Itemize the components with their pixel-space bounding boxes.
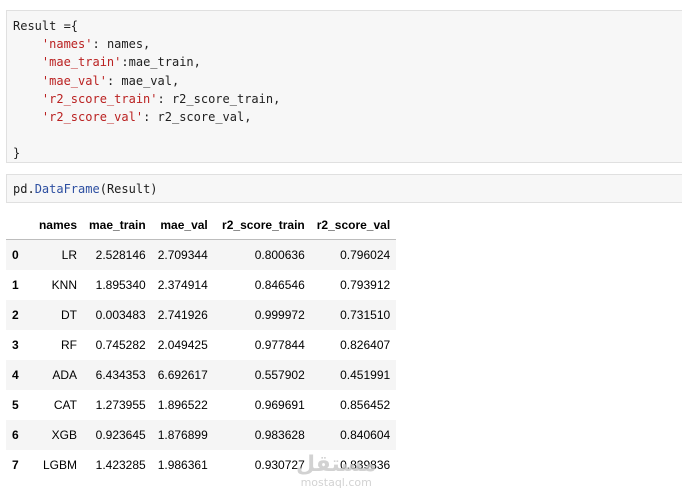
code-line: 'r2_score_train': r2_score_train, — [41, 91, 281, 106]
function-name: DataFrame — [34, 182, 100, 196]
cell-mae-val: 1.986361 — [157, 458, 208, 472]
watermark-text: mostaql.com — [300, 476, 372, 489]
cell-names: CAT — [53, 398, 77, 412]
cell-names: LR — [61, 248, 77, 262]
cell-r2-train: 0.977844 — [254, 338, 305, 352]
row-index: 1 — [12, 278, 19, 292]
cell-mae-train: 1.423285 — [95, 458, 146, 472]
table-row: 2 DT 0.003483 2.741926 0.999972 0.731510 — [6, 300, 397, 330]
code-cell-dataframe[interactable]: pd.DataFrame(Result) — [6, 174, 682, 203]
cell-r2-val: 0.451991 — [340, 368, 391, 382]
cell-mae-val: 2.374914 — [157, 278, 208, 292]
row-index: 6 — [12, 428, 19, 442]
code-line: } — [13, 146, 21, 161]
code-line: 'r2_score_val': r2_score_val, — [41, 110, 252, 125]
cell-mae-train: 2.528146 — [95, 248, 146, 262]
cell-mae-train: 6.434353 — [95, 368, 146, 382]
cell-mae-val: 1.896522 — [157, 398, 208, 412]
cell-names: XGB — [51, 428, 77, 442]
cell-r2-train: 0.557902 — [254, 368, 305, 382]
code-input[interactable]: Result ={ 'names': names, 'mae_train':ma… — [7, 11, 682, 163]
cell-mae-train: 1.273955 — [95, 398, 146, 412]
code-line: 'mae_val': mae_val, — [41, 73, 180, 88]
cell-mae-train: 0.745282 — [95, 338, 146, 352]
cell-r2-val: 0.840604 — [340, 428, 391, 442]
dict-key: 'mae_train' — [41, 55, 122, 70]
cell-names: ADA — [52, 368, 77, 382]
cell-mae-val: 2.709344 — [157, 248, 208, 262]
code-line: 'mae_train':mae_train, — [41, 55, 201, 70]
row-index: 3 — [12, 338, 19, 352]
cell-mae-val: 2.049425 — [157, 338, 208, 352]
cell-r2-val: 0.731510 — [340, 308, 391, 322]
dict-key: 'mae_val' — [41, 73, 107, 88]
row-index: 0 — [12, 248, 19, 262]
column-header: r2_score_val — [310, 210, 397, 240]
table-row: 4 ADA 6.434353 6.692617 0.557902 0.45199… — [6, 360, 397, 390]
cell-r2-val: 0.793912 — [340, 278, 391, 292]
cell-r2-val: 0.856452 — [340, 398, 391, 412]
table-header-row: names mae_train mae_val r2_score_train r… — [6, 210, 397, 240]
module-name: pd — [13, 182, 28, 196]
column-header: mae_train — [83, 210, 152, 240]
column-header: names — [29, 210, 83, 240]
dict-key: 'names' — [41, 37, 93, 52]
code-input[interactable]: pd.DataFrame(Result) — [7, 175, 682, 198]
watermark-logo: مستقل — [296, 452, 377, 477]
cell-r2-train: 0.999972 — [254, 308, 305, 322]
column-header: mae_val — [151, 210, 214, 240]
cell-mae-train: 0.923645 — [95, 428, 146, 442]
dict-key: 'r2_score_val' — [41, 110, 144, 125]
cell-r2-train: 0.969691 — [254, 398, 305, 412]
cell-mae-train: 1.895340 — [95, 278, 146, 292]
cell-names: LGBM — [42, 458, 77, 472]
cell-mae-val: 1.876899 — [157, 428, 208, 442]
cell-names: RF — [61, 338, 77, 352]
table-row: 0 LR 2.528146 2.709344 0.800636 0.796024 — [6, 239, 397, 270]
cell-r2-train: 0.983628 — [254, 428, 305, 442]
index-header — [6, 210, 29, 240]
row-index: 2 — [12, 308, 19, 322]
cell-names: DT — [61, 308, 77, 322]
watermark: مستقل mostaql.com — [296, 453, 376, 489]
row-index: 7 — [12, 458, 19, 472]
row-index: 5 — [12, 398, 19, 412]
cell-r2-val: 0.826407 — [340, 338, 391, 352]
row-index: 4 — [12, 368, 19, 382]
dataframe-output: names mae_train mae_val r2_score_train r… — [6, 210, 397, 480]
code-line: Result ={ — [13, 19, 79, 33]
table-row: 3 RF 0.745282 2.049425 0.977844 0.826407 — [6, 330, 396, 360]
table-row: 1 KNN 1.895340 2.374914 0.846546 0.79391… — [6, 270, 396, 300]
column-header: r2_score_train — [213, 210, 311, 240]
cell-r2-train: 0.800636 — [254, 248, 305, 262]
table-row: 6 XGB 0.923645 1.876899 0.983628 0.84060… — [6, 420, 397, 450]
table-row: 5 CAT 1.273955 1.896522 0.969691 0.85645… — [6, 390, 396, 420]
cell-names: KNN — [51, 278, 77, 292]
cell-mae-train: 0.003483 — [95, 308, 146, 322]
code-cell-result-dict[interactable]: Result ={ 'names': names, 'mae_train':ma… — [6, 10, 682, 163]
dict-key: 'r2_score_train' — [41, 91, 158, 106]
code-line: 'names': names, — [41, 37, 151, 52]
cell-r2-val: 0.796024 — [340, 248, 391, 262]
cell-mae-val: 6.692617 — [157, 368, 208, 382]
cell-r2-train: 0.846546 — [254, 278, 305, 292]
cell-mae-val: 2.741926 — [157, 308, 208, 322]
